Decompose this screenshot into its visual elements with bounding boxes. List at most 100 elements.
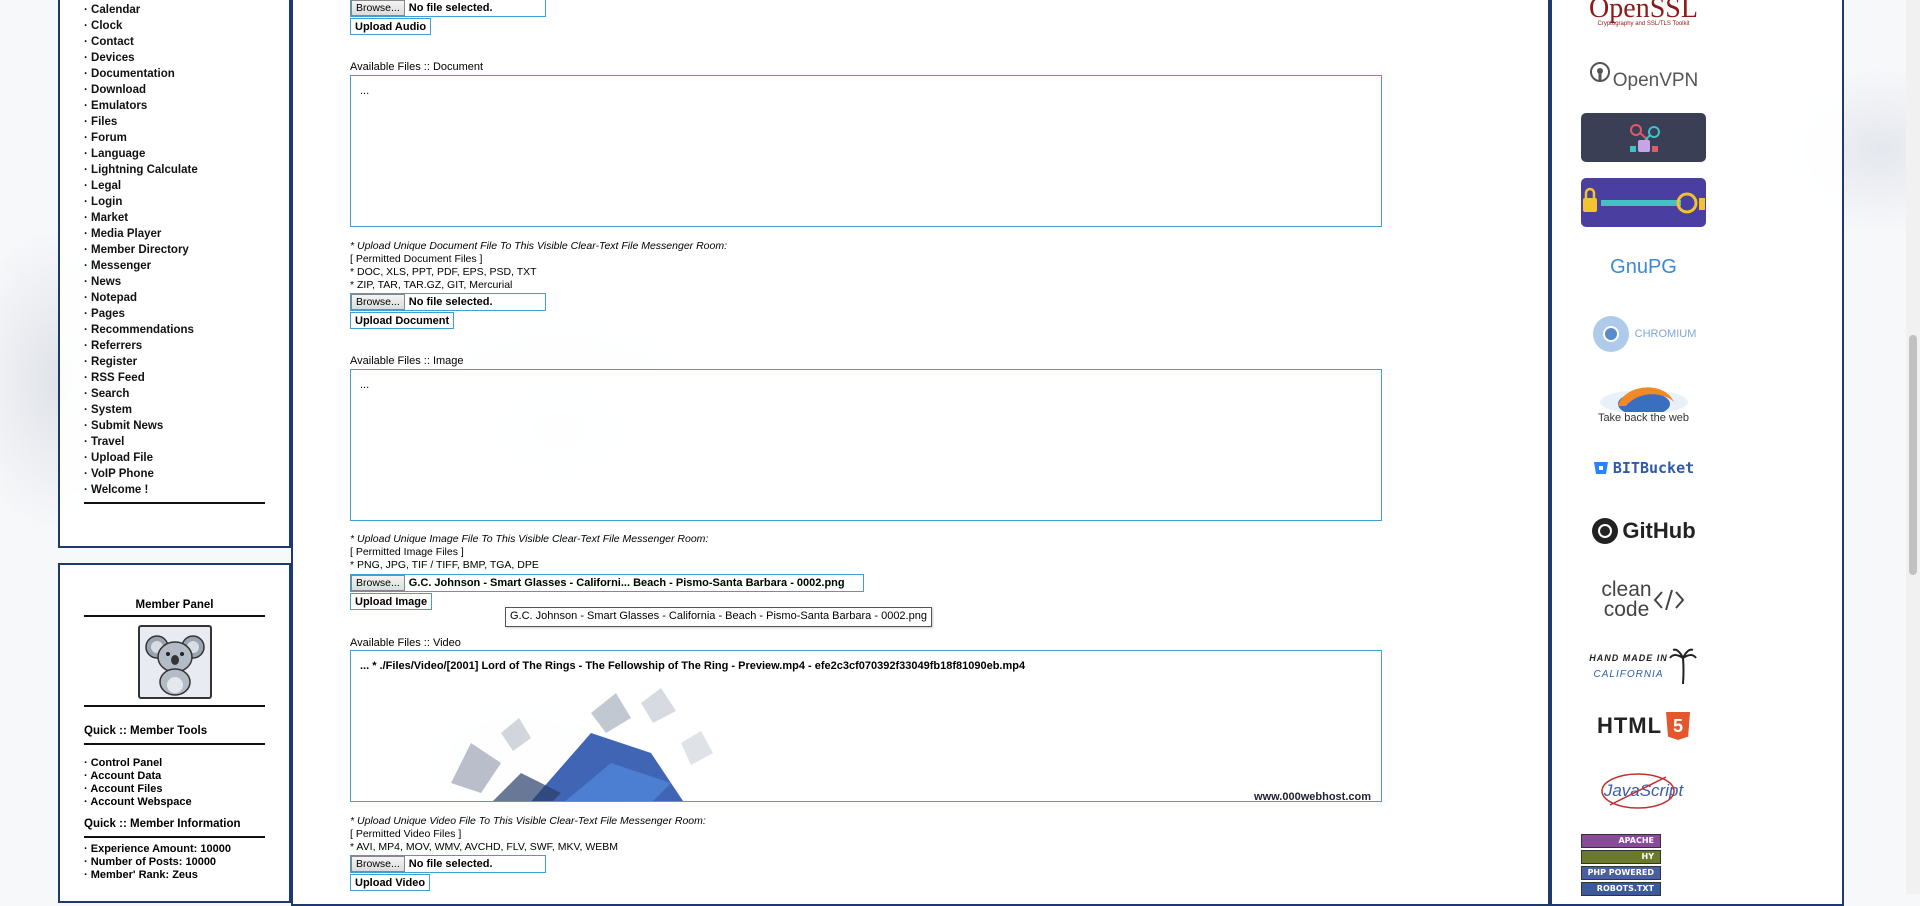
clean-code-logo[interactable]: clean code <box>1581 575 1706 625</box>
nav-link[interactable]: RSS Feed <box>91 372 145 384</box>
nav-item-documentation[interactable]: · Documentation <box>84 68 198 84</box>
upload-document-button[interactable]: Upload Document <box>350 312 455 329</box>
upload-image-button[interactable]: Upload Image <box>350 593 433 610</box>
nav-link[interactable]: Submit News <box>91 420 163 432</box>
audio-file-input[interactable]: Browse... No file selected. <box>350 0 546 17</box>
encryption-key-logo[interactable] <box>1581 178 1706 227</box>
nav-link[interactable]: Files <box>91 116 117 128</box>
github-logo[interactable]: GitHub <box>1581 515 1706 547</box>
nav-item-system[interactable]: · System <box>84 404 198 420</box>
nav-item-download[interactable]: · Download <box>84 84 198 100</box>
nav-item-register[interactable]: · Register <box>84 356 198 372</box>
security-keys-logo[interactable] <box>1581 113 1706 162</box>
nav-item-pages[interactable]: · Pages <box>84 308 198 324</box>
upload-video-button[interactable]: Upload Video <box>350 874 431 891</box>
nav-item-recommendations[interactable]: · Recommendations <box>84 324 198 340</box>
nav-link[interactable]: Clock <box>91 20 122 32</box>
nav-link[interactable]: Download <box>91 84 146 96</box>
nav-item-forum[interactable]: · Forum <box>84 132 198 148</box>
gnupg-logo[interactable]: GnuPG <box>1581 250 1706 284</box>
nav-item-contact[interactable]: · Contact <box>84 36 198 52</box>
member-tool-link[interactable]: · Control Panel <box>84 757 162 769</box>
openvpn-logo[interactable]: OpenVPN <box>1581 54 1706 94</box>
video-files-list[interactable]: ... * ./Files/Video/[2001] Lord of The R… <box>350 650 1382 802</box>
member-tool-link[interactable]: · Account Data <box>84 770 161 782</box>
chromium-logo[interactable]: CHROMIUM <box>1581 313 1706 355</box>
powered-by-badge[interactable]: PHP POWERED <box>1581 866 1661 880</box>
nav-item-travel[interactable]: · Travel <box>84 436 198 452</box>
nav-item-submit-news[interactable]: · Submit News <box>84 420 198 436</box>
nav-item-voip-phone[interactable]: · VoIP Phone <box>84 468 198 484</box>
nav-item-lightning-calculate[interactable]: · Lightning Calculate <box>84 164 198 180</box>
nav-link[interactable]: Media Player <box>91 228 161 240</box>
nav-link[interactable]: Lightning Calculate <box>91 164 198 176</box>
nav-link[interactable]: System <box>91 404 132 416</box>
document-files-list[interactable]: ... <box>350 75 1382 227</box>
page-scrollbar[interactable] <box>1906 0 1920 894</box>
nav-item-news[interactable]: · News <box>84 276 198 292</box>
document-file-input[interactable]: Browse... No file selected. <box>350 293 546 311</box>
nav-item-notepad[interactable]: · Notepad <box>84 292 198 308</box>
nav-link[interactable]: Documentation <box>91 68 175 80</box>
member-tool-link[interactable]: · Account Webspace <box>84 796 192 808</box>
nav-link[interactable]: Emulators <box>91 100 147 112</box>
nav-item-referrers[interactable]: · Referrers <box>84 340 198 356</box>
hand-made-in-california-logo[interactable]: HAND MADE IN CALIFORNIA <box>1581 643 1706 689</box>
powered-by-badge[interactable]: HY <box>1581 850 1661 864</box>
nav-link[interactable]: Referrers <box>91 340 142 352</box>
nav-item-search[interactable]: · Search <box>84 388 198 404</box>
openssl-logo[interactable]: OpenSSL Cryptography and SSL/TLS Toolkit <box>1581 0 1706 28</box>
nav-link[interactable]: Notepad <box>91 292 137 304</box>
image-browse-button[interactable]: Browse... <box>351 575 405 591</box>
nav-link[interactable]: Register <box>91 356 137 368</box>
video-browse-button[interactable]: Browse... <box>351 856 405 872</box>
no-javascript-logo[interactable]: JavaScript <box>1581 770 1706 812</box>
nav-link[interactable]: VoIP Phone <box>91 468 154 480</box>
nav-item-language[interactable]: · Language <box>84 148 198 164</box>
upload-audio-button[interactable]: Upload Audio <box>350 18 432 35</box>
nav-item-devices[interactable]: · Devices <box>84 52 198 68</box>
image-files-list[interactable]: ... <box>350 369 1382 521</box>
nav-link[interactable]: Language <box>91 148 145 160</box>
nav-link[interactable]: Devices <box>91 52 134 64</box>
nav-item-market[interactable]: · Market <box>84 212 198 228</box>
nav-item-calendar[interactable]: · Calendar <box>84 4 198 20</box>
nav-link[interactable]: Market <box>91 212 128 224</box>
nav-item-emulators[interactable]: · Emulators <box>84 100 198 116</box>
bitbucket-logo[interactable]: BITBucket <box>1581 456 1706 480</box>
nav-link[interactable]: Contact <box>91 36 134 48</box>
nav-link[interactable]: Legal <box>91 180 121 192</box>
scrollbar-thumb[interactable] <box>1909 335 1917 575</box>
nav-link[interactable]: Login <box>91 196 122 208</box>
nav-link[interactable]: Messenger <box>91 260 151 272</box>
nav-item-login[interactable]: · Login <box>84 196 198 212</box>
nav-item-files[interactable]: · Files <box>84 116 198 132</box>
nav-item-upload-file[interactable]: · Upload File <box>84 452 198 468</box>
nav-link[interactable]: Recommendations <box>91 324 194 336</box>
nav-item-legal[interactable]: · Legal <box>84 180 198 196</box>
firefox-logo[interactable]: Take back the web <box>1581 378 1706 426</box>
nav-link[interactable]: Member Directory <box>91 244 189 256</box>
nav-link[interactable]: Upload File <box>91 452 153 464</box>
nav-item-rss-feed[interactable]: · RSS Feed <box>84 372 198 388</box>
powered-by-badge[interactable]: APACHE <box>1581 834 1661 848</box>
video-file-input[interactable]: Browse... No file selected. <box>350 855 546 873</box>
nav-item-messenger[interactable]: · Messenger <box>84 260 198 276</box>
nav-item-media-player[interactable]: · Media Player <box>84 228 198 244</box>
nav-link[interactable]: Forum <box>91 132 127 144</box>
member-tool-link[interactable]: · Account Files <box>84 783 162 795</box>
nav-link[interactable]: Travel <box>91 436 124 448</box>
nav-link[interactable]: Search <box>91 388 129 400</box>
audio-browse-button[interactable]: Browse... <box>351 0 405 16</box>
nav-link[interactable]: Pages <box>91 308 125 320</box>
nav-link[interactable]: News <box>91 276 121 288</box>
html5-logo[interactable]: HTML 5 <box>1581 710 1706 742</box>
document-browse-button[interactable]: Browse... <box>351 294 405 310</box>
nav-item-clock[interactable]: · Clock <box>84 20 198 36</box>
avatar[interactable] <box>138 625 212 699</box>
nav-link[interactable]: Calendar <box>91 4 140 16</box>
nav-item-welcome[interactable]: · Welcome ! <box>84 484 198 500</box>
image-file-input[interactable]: Browse... G.C. Johnson - Smart Glasses -… <box>350 574 864 592</box>
nav-link[interactable]: Welcome ! <box>91 484 148 496</box>
nav-item-member-directory[interactable]: · Member Directory <box>84 244 198 260</box>
